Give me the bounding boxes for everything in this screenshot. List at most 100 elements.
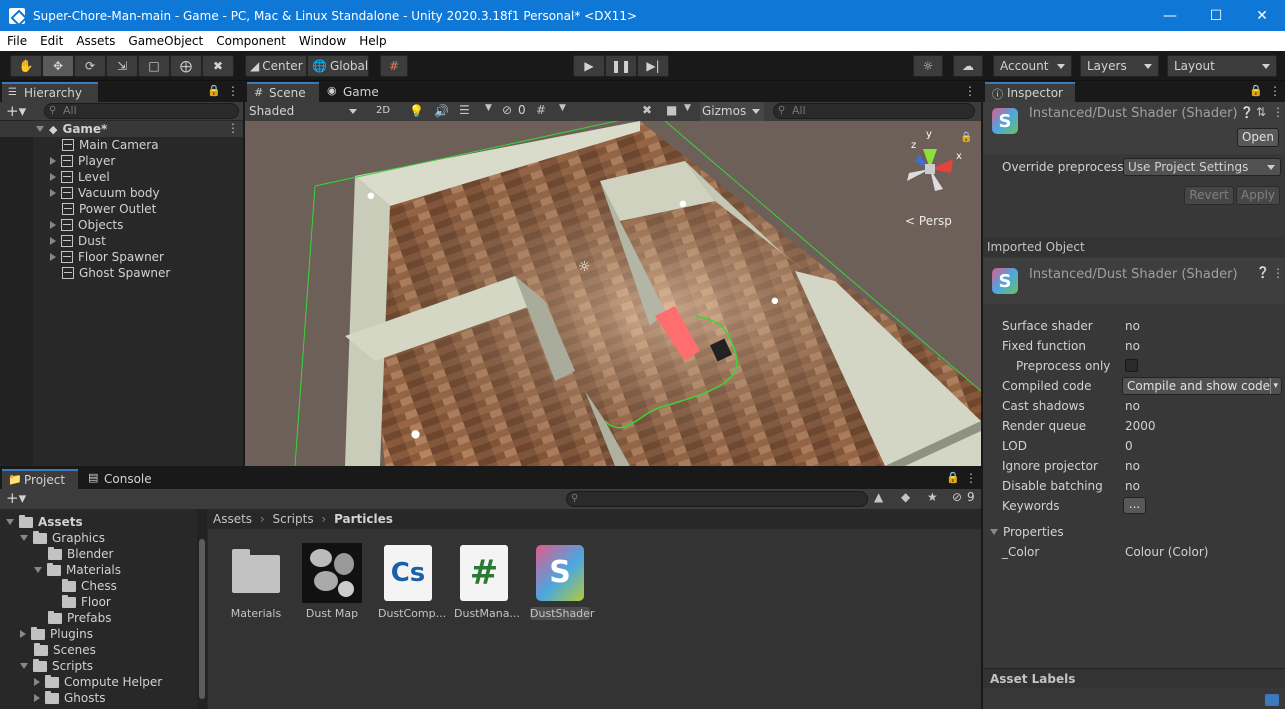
gizmos-dropdown[interactable]: Gizmos (700, 102, 764, 121)
tree-item-prefabs[interactable]: Prefabs (48, 610, 112, 626)
tree-item-assets[interactable]: Assets (6, 514, 83, 530)
project-search-input[interactable]: ⚲ (566, 491, 868, 507)
scale-tool-button[interactable]: ⇲ (106, 55, 138, 77)
expand-arrow-icon[interactable] (34, 694, 40, 702)
scrollbar-thumb[interactable] (199, 539, 205, 699)
expand-arrow-icon[interactable] (50, 221, 56, 229)
tree-item-materials[interactable]: Materials (34, 562, 121, 578)
lock-icon[interactable]: 🔒 (1249, 84, 1263, 97)
hidden-packages-icon[interactable]: ⊘ (952, 490, 962, 504)
pivot-center-button[interactable]: ◢ Center (245, 55, 307, 77)
favorite-star-icon[interactable]: ★ (927, 490, 938, 504)
label-icon[interactable]: ◆ (901, 490, 910, 504)
orientation-gizmo[interactable]: y x z (895, 129, 965, 201)
menu-component[interactable]: Component (209, 34, 292, 48)
lighting-icon[interactable]: 💡 (409, 104, 424, 118)
add-icon[interactable]: +▾ (6, 489, 26, 507)
apply-button[interactable]: Apply (1236, 186, 1280, 205)
tree-item-plugins[interactable]: Plugins (20, 626, 93, 642)
hidden-objects-icon[interactable]: ⊘ (502, 103, 512, 117)
hierarchy-item-floor-spawner[interactable]: Floor Spawner (50, 249, 164, 265)
menu-edit[interactable]: Edit (33, 34, 69, 48)
hierarchy-item-objects[interactable]: Objects (50, 217, 123, 233)
expand-arrow-icon[interactable] (50, 173, 56, 181)
expand-arrow-icon[interactable] (50, 189, 56, 197)
scene-root-row[interactable]: ◆ Game* ⋮ (0, 121, 243, 137)
tree-item-chess[interactable]: Chess (62, 578, 117, 594)
sun-icon[interactable]: ☼ (578, 259, 591, 275)
chevron-down-icon[interactable]: ▾ (1270, 378, 1278, 394)
tab-scene[interactable]: # Scene (247, 82, 319, 102)
tree-item-scenes[interactable]: Scenes (34, 642, 96, 658)
expand-arrow-icon[interactable] (36, 126, 44, 132)
filter-type-icon[interactable]: ▲ (874, 490, 883, 504)
kebab-menu-icon[interactable]: ⋮ (964, 84, 976, 98)
kebab-menu-icon[interactable]: ⋮ (1272, 266, 1284, 280)
account-dropdown[interactable]: Account (993, 55, 1072, 77)
hierarchy-item-ghost-spawner[interactable]: Ghost Spawner (62, 265, 170, 281)
expand-arrow-icon[interactable] (6, 519, 14, 525)
hierarchy-item-main-camera[interactable]: Main Camera (62, 137, 159, 153)
breadcrumb-scripts[interactable]: Scripts (273, 512, 314, 526)
expand-arrow-icon[interactable] (50, 253, 56, 261)
tree-item-blender[interactable]: Blender (48, 546, 114, 562)
hierarchy-item-player[interactable]: Player (50, 153, 115, 169)
expand-arrow-icon[interactable] (50, 237, 56, 245)
expand-arrow-icon[interactable] (20, 535, 28, 541)
play-button[interactable]: ▶ (573, 55, 605, 77)
menu-help[interactable]: Help (352, 34, 392, 48)
expand-arrow-icon[interactable] (50, 157, 56, 165)
light-icon[interactable]: ⚫ (365, 189, 377, 205)
tab-inspector[interactable]: ⓘ Inspector (985, 82, 1075, 102)
custom-tool-button[interactable]: ✖ (202, 55, 234, 77)
label-tag-icon[interactable] (1265, 694, 1279, 706)
open-button[interactable]: Open (1237, 128, 1279, 147)
kebab-menu-icon[interactable]: ⋮ (965, 471, 977, 485)
tree-item-ghosts[interactable]: Ghosts (34, 690, 105, 706)
kebab-menu-icon[interactable]: ⋮ (227, 121, 239, 135)
layout-dropdown[interactable]: Layout (1167, 55, 1277, 77)
kebab-menu-icon[interactable]: ⋮ (227, 84, 239, 98)
cloud-button[interactable]: ☁ (953, 55, 983, 77)
scene-search-input[interactable]: ⚲ All (773, 103, 975, 119)
menu-file[interactable]: File (0, 34, 33, 48)
hierarchy-item-dust[interactable]: Dust (50, 233, 106, 249)
tab-game[interactable]: ◉ Game (321, 82, 385, 102)
audio-icon[interactable]: 🔊 (434, 104, 449, 118)
preprocess-only-checkbox[interactable] (1125, 359, 1138, 372)
kebab-menu-icon[interactable]: ⋮ (1269, 84, 1281, 98)
lock-icon[interactable]: 🔒 (207, 84, 221, 97)
hierarchy-item-power-outlet[interactable]: Power Outlet (62, 201, 156, 217)
step-button[interactable]: ▶| (637, 55, 669, 77)
close-button[interactable]: ✕ (1239, 0, 1285, 31)
chevron-down-icon[interactable]: ▼ (485, 103, 492, 113)
menu-gameobject[interactable]: GameObject (121, 34, 209, 48)
move-tool-button[interactable]: ✥ (42, 55, 74, 77)
rotate-tool-button[interactable]: ⟳ (74, 55, 106, 77)
effects-icon[interactable]: ☰ (459, 103, 470, 117)
grid-snap-button[interactable]: # (380, 55, 408, 77)
tree-item-compute-helper[interactable]: Compute Helper (34, 674, 162, 690)
lock-icon[interactable]: 🔒 (946, 471, 960, 484)
menu-window[interactable]: Window (292, 34, 352, 48)
toggle-2d-button[interactable]: 2D (371, 102, 395, 121)
shading-mode-dropdown[interactable]: Shaded (245, 102, 363, 121)
projection-toggle[interactable]: < Persp (905, 214, 952, 228)
scene-viewport[interactable]: ⚫ ⚫ ⚫ ⚫ ☼ y x z 🔒 < Persp (245, 121, 981, 466)
add-icon[interactable]: +▾ (6, 102, 26, 120)
layers-dropdown[interactable]: Layers (1080, 55, 1159, 77)
pause-button[interactable]: ❚❚ (605, 55, 637, 77)
help-icon[interactable]: ❔ (1240, 106, 1254, 119)
menu-assets[interactable]: Assets (69, 34, 121, 48)
maximize-button[interactable]: ☐ (1193, 0, 1239, 31)
gizmo-lock-icon[interactable]: 🔒 (960, 132, 972, 143)
transform-tool-button[interactable]: ⨁ (170, 55, 202, 77)
light-icon[interactable]: ⚫ (769, 294, 781, 310)
light-icon[interactable]: ⚫ (677, 197, 689, 213)
properties-foldout[interactable]: Properties (990, 525, 1064, 539)
expand-arrow-icon[interactable] (20, 630, 26, 638)
tab-hierarchy[interactable]: ☰ Hierarchy (2, 82, 98, 102)
chevron-down-icon[interactable]: ▼ (684, 103, 691, 113)
hand-tool-button[interactable]: ✋ (10, 55, 42, 77)
keywords-button[interactable]: ... (1123, 497, 1146, 514)
